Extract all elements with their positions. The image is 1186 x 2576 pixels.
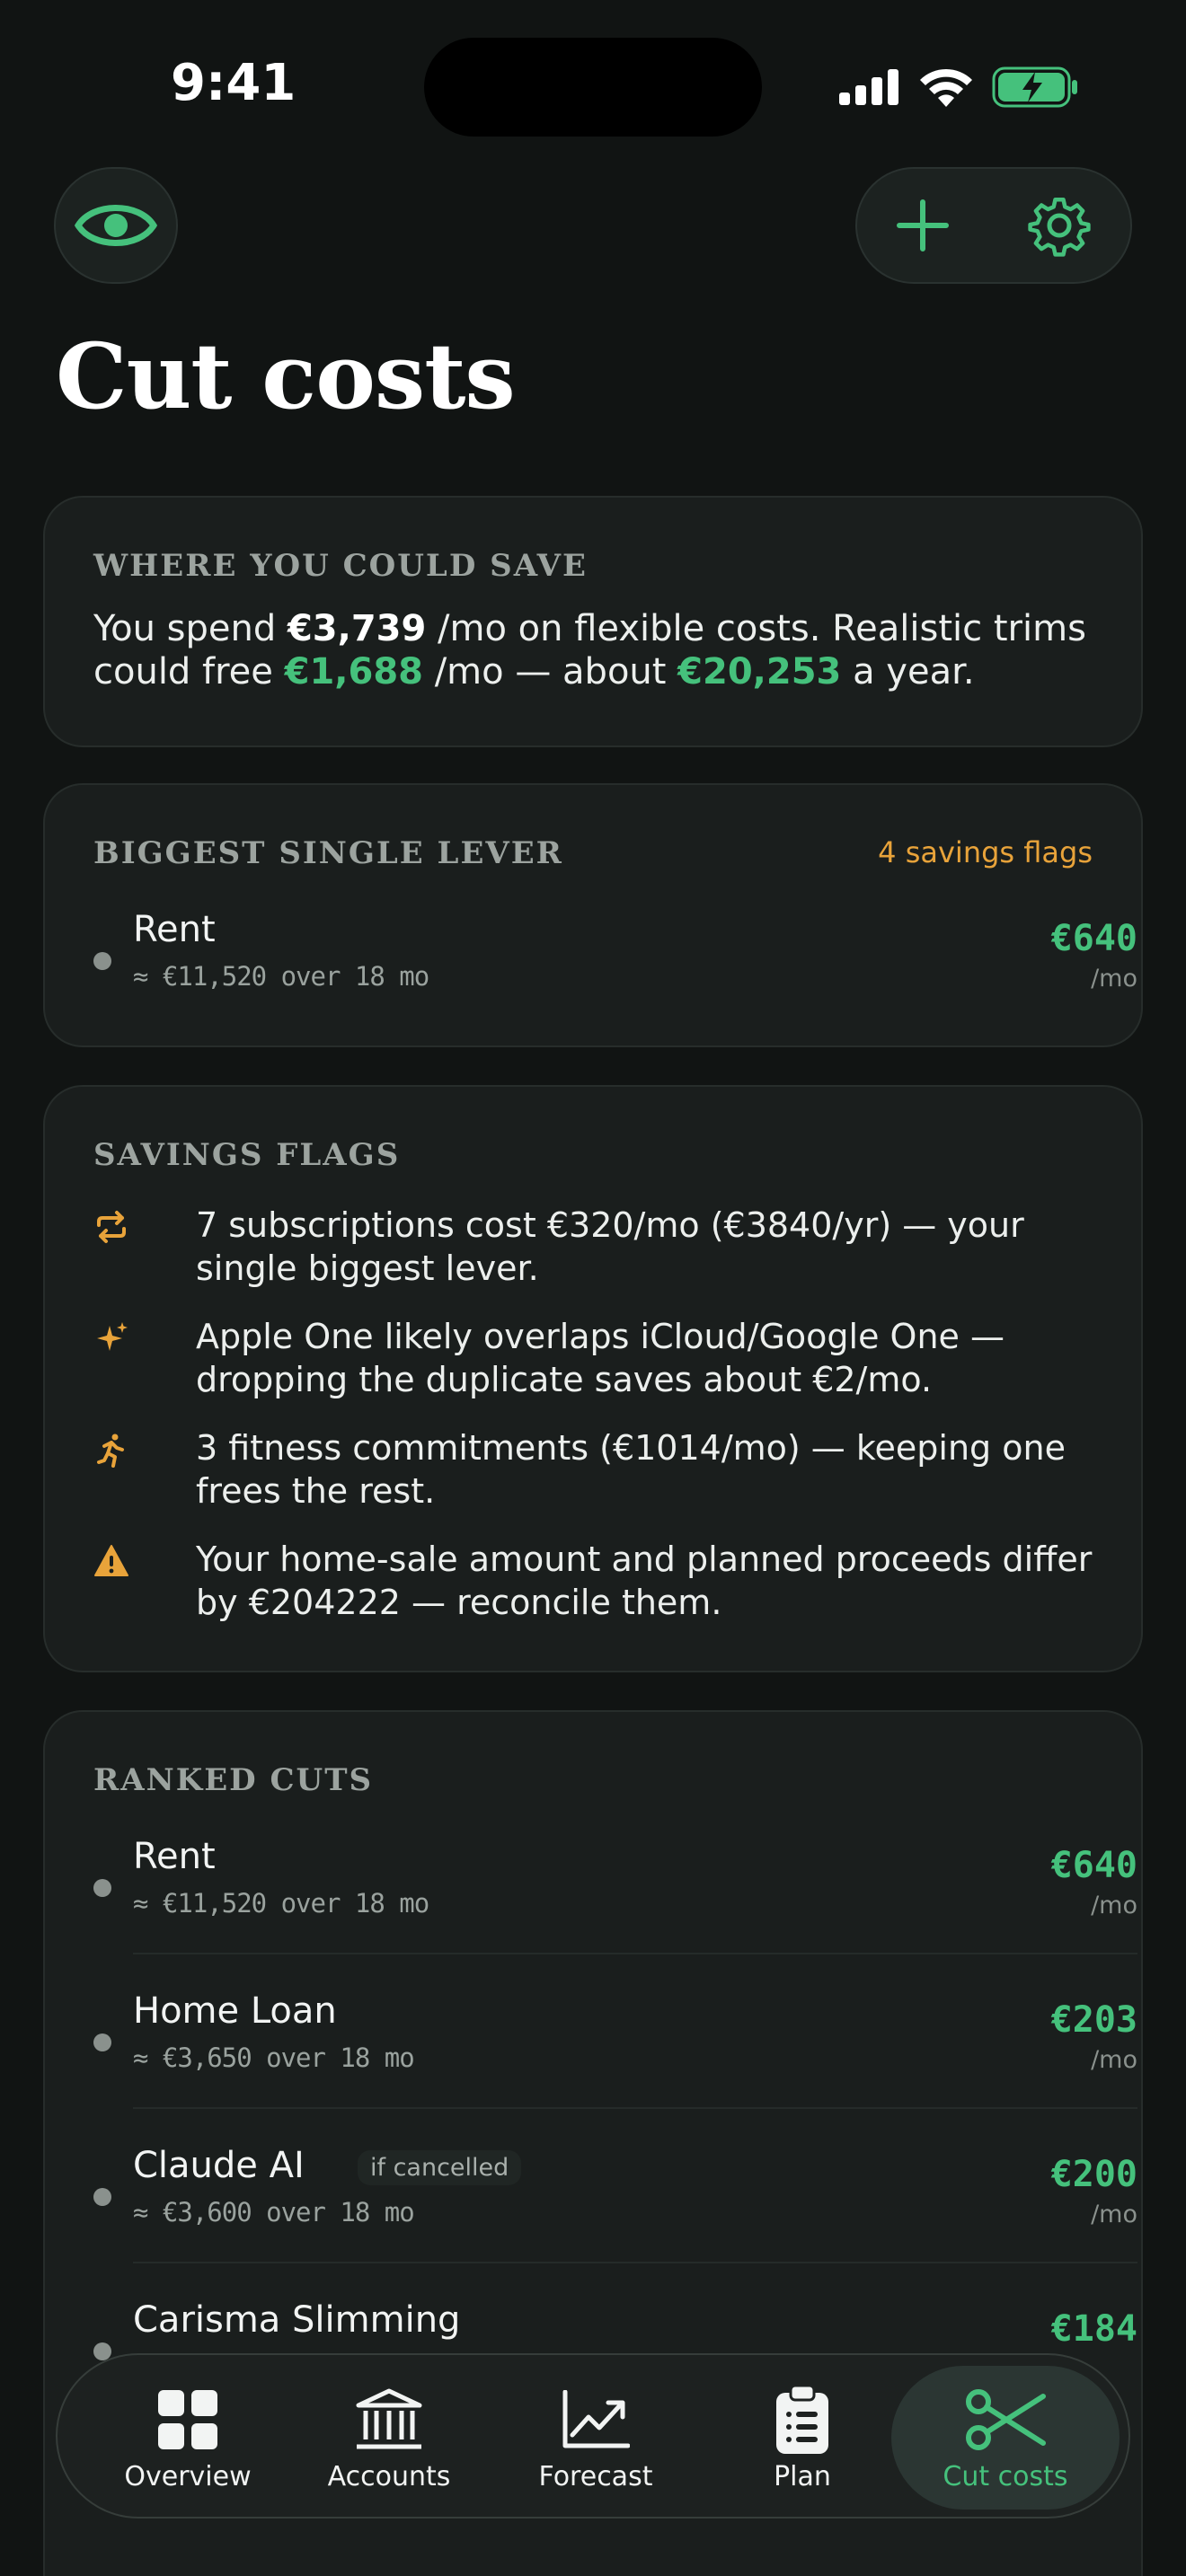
- clipboard-icon: [776, 2384, 828, 2454]
- card-label: BIGGEST SINGLE LEVER: [93, 835, 563, 871]
- monthly-savings-value: €1,688: [284, 651, 423, 693]
- ranked-cut-item[interactable]: Rent ≈ €11,520 over 18 mo €640 /mo: [93, 1836, 1137, 1944]
- item-amount: €184: [1050, 2308, 1137, 2350]
- tab-cut-costs[interactable]: Cut costs: [891, 2366, 1120, 2510]
- if-cancelled-badge: if cancelled: [358, 2150, 522, 2185]
- card-label: SAVINGS FLAGS: [93, 1137, 401, 1173]
- savings-flags-card: SAVINGS FLAGS 7 subscriptions cost €320/…: [43, 1085, 1143, 1672]
- sparkles-icon: [97, 1322, 128, 1351]
- dynamic-island: [424, 38, 762, 137]
- item-amount: €203: [1050, 1999, 1137, 2041]
- savings-flags-link[interactable]: 4 savings flags: [878, 835, 1093, 869]
- tab-label: Accounts: [327, 2461, 451, 2492]
- item-name: Rent: [133, 1836, 216, 1877]
- flexible-spend-value: €3,739: [287, 608, 427, 649]
- lever-item[interactable]: Rent ≈ €11,520 over 18 mo €640 /mo: [93, 909, 1137, 1017]
- flag-text: Your home-sale amount and planned procee…: [196, 1539, 1093, 1622]
- card-label: RANKED CUTS: [93, 1762, 374, 1798]
- ranked-cut-item[interactable]: Home Loan ≈ €3,650 over 18 mo €203 /mo: [93, 1990, 1137, 2098]
- scissors-icon: [966, 2389, 1046, 2450]
- row-divider: [133, 1953, 1137, 1954]
- running-icon: [97, 1434, 124, 1468]
- status-icons: [839, 66, 1078, 108]
- row-divider: [133, 2107, 1137, 2109]
- status-bar: 9:41: [0, 0, 1186, 162]
- status-dot: [93, 2033, 111, 2051]
- yearly-savings-value: €20,253: [677, 651, 842, 693]
- savings-summary: You spend €3,739 /mo on flexible costs. …: [93, 608, 1086, 693]
- item-name: Home Loan: [133, 1990, 337, 2032]
- settings-gear-icon[interactable]: [1027, 193, 1092, 258]
- flag-text: Apple One likely overlaps iCloud/Google …: [196, 1317, 1005, 1399]
- row-divider: [133, 2262, 1137, 2263]
- bottom-tab-bar: Overview Accounts Forecast Plan Cut cost…: [56, 2353, 1130, 2519]
- visibility-toggle-button[interactable]: [54, 167, 178, 284]
- tab-label: Plan: [774, 2461, 831, 2492]
- tab-label: Forecast: [538, 2461, 653, 2492]
- page-title: Cut costs: [56, 323, 516, 429]
- item-period: /mo: [1091, 2046, 1137, 2074]
- item-projection: ≈ €3,650 over 18 mo: [133, 2042, 415, 2073]
- where-you-could-save-card: WHERE YOU COULD SAVE You spend €3,739 /m…: [43, 496, 1143, 747]
- item-period: /mo: [1091, 1892, 1137, 1919]
- chart-up-icon: [562, 2390, 630, 2448]
- item-amount: €640: [1050, 1845, 1137, 1886]
- bank-icon: [356, 2388, 422, 2449]
- item-period: /mo: [1091, 965, 1137, 992]
- status-dot: [93, 952, 111, 970]
- tab-label: Cut costs: [943, 2461, 1068, 2492]
- item-projection: ≈ €11,520 over 18 mo: [133, 1888, 429, 1919]
- item-period: /mo: [1091, 2201, 1137, 2228]
- tab-accounts[interactable]: Accounts: [286, 2366, 492, 2510]
- wifi-icon: [920, 68, 972, 107]
- grid-icon: [158, 2390, 217, 2449]
- status-dot: [93, 2188, 111, 2206]
- status-dot: [93, 1879, 111, 1897]
- eye-icon: [75, 205, 157, 246]
- ranked-cut-item[interactable]: Claude AI if cancelled ≈ €3,600 over 18 …: [93, 2145, 1137, 2253]
- tab-overview[interactable]: Overview: [84, 2366, 291, 2510]
- header-actions: [855, 167, 1132, 284]
- item-name: Carisma Slimming: [133, 2299, 461, 2341]
- flag-text: 7 subscriptions cost €320/mo (€3840/yr) …: [196, 1205, 1024, 1288]
- tab-forecast[interactable]: Forecast: [492, 2366, 699, 2510]
- status-time: 9:41: [171, 54, 296, 112]
- item-amount: €200: [1050, 2154, 1137, 2195]
- tab-plan[interactable]: Plan: [699, 2366, 906, 2510]
- item-amount: €640: [1050, 918, 1137, 959]
- flag-text: 3 fitness commitments (€1014/mo) — keepi…: [196, 1428, 1066, 1511]
- biggest-single-lever-card: BIGGEST SINGLE LEVER 4 savings flags Ren…: [43, 783, 1143, 1047]
- card-label: WHERE YOU COULD SAVE: [93, 548, 588, 584]
- item-name: Rent: [133, 909, 216, 950]
- item-projection: ≈ €11,520 over 18 mo: [133, 961, 429, 992]
- signal-icon: [839, 69, 898, 105]
- battery-charging-icon: [992, 66, 1077, 108]
- warning-icon: [94, 1545, 128, 1576]
- add-button[interactable]: [896, 198, 950, 252]
- item-projection: ≈ €3,600 over 18 mo: [133, 2197, 415, 2228]
- tab-label: Overview: [124, 2461, 252, 2492]
- repeat-icon: [97, 1211, 126, 1243]
- item-name: Claude AI: [133, 2145, 305, 2186]
